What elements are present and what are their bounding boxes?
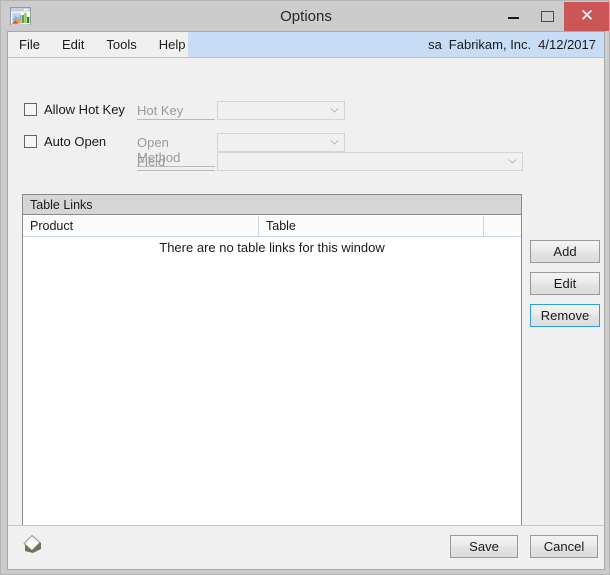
hot-key-combobox[interactable] [217,101,345,120]
allow-hot-key-row[interactable]: Allow Hot Key [24,102,125,117]
status-company: Fabrikam, Inc. [448,37,532,52]
save-button[interactable]: Save [450,535,518,558]
table-links-list[interactable]: There are no table links for this window [23,237,521,544]
status-user: sa [428,37,442,52]
allow-hot-key-label: Allow Hot Key [44,102,125,117]
maximize-icon [541,11,554,22]
table-links-column-headers: Product Table [23,216,521,237]
remove-button[interactable]: Remove [530,304,600,327]
options-window: Options ✕ File Edit Tools Help sa Fabrik… [0,0,610,575]
auto-open-checkbox[interactable] [24,135,37,148]
note-icon[interactable] [20,532,46,558]
status-date: 4/12/2017 [538,37,596,52]
minimize-icon [508,17,519,19]
footer-bar: Save Cancel [8,525,604,569]
menu-item-file[interactable]: File [8,32,51,57]
chevron-down-icon[interactable] [503,153,522,170]
auto-open-row[interactable]: Auto Open [24,134,106,149]
table-links-group: Table Links Product Table There are no t… [22,194,522,545]
field-combobox[interactable] [217,152,523,171]
status-strip: sa Fabrikam, Inc. 4/12/2017 [188,32,604,57]
client-area: File Edit Tools Help sa Fabrikam, Inc. 4… [7,31,605,570]
options-fields: Allow Hot Key Hot Key Auto Open Open Met… [8,58,604,182]
menu-items: File Edit Tools Help [8,32,196,57]
chevron-down-icon[interactable] [325,134,344,151]
auto-open-label: Auto Open [44,134,107,149]
menu-bar: File Edit Tools Help sa Fabrikam, Inc. 4… [8,32,604,58]
close-button[interactable]: ✕ [564,2,609,31]
cancel-button[interactable]: Cancel [530,535,598,558]
column-header-extra[interactable] [484,216,521,237]
open-method-combobox[interactable] [217,133,345,152]
allow-hot-key-checkbox[interactable] [24,103,37,116]
edit-button[interactable]: Edit [530,272,600,295]
field-field-label: Field [137,154,215,171]
hot-key-field-label: Hot Key [137,103,215,120]
menu-item-tools[interactable]: Tools [95,32,147,57]
window-controls: ✕ [496,2,609,31]
title-bar[interactable]: Options ✕ [2,2,609,31]
column-header-table[interactable]: Table [259,216,484,237]
add-button[interactable]: Add [530,240,600,263]
maximize-button[interactable] [530,2,564,31]
menu-item-edit[interactable]: Edit [51,32,95,57]
table-links-empty-message: There are no table links for this window [159,240,385,255]
close-icon: ✕ [579,6,595,25]
table-links-group-title: Table Links [23,195,521,215]
minimize-button[interactable] [496,2,530,31]
chevron-down-icon[interactable] [325,102,344,119]
column-header-product[interactable]: Product [23,216,259,237]
right-frame-strip [601,58,604,527]
